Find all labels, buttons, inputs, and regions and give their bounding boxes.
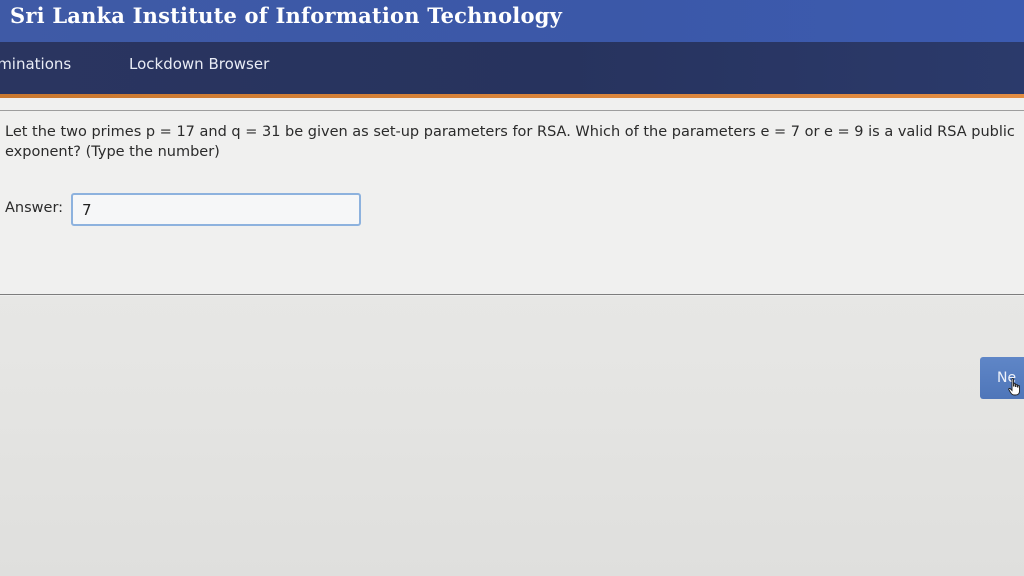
nav-item-lockdown-browser[interactable]: Lockdown Browser	[129, 55, 269, 73]
top-navigation: aminations Lockdown Browser	[0, 42, 1024, 94]
divider-bottom	[0, 294, 1024, 295]
institution-title: Sri Lanka Institute of Information Techn…	[10, 3, 562, 28]
brand-header: Sri Lanka Institute of Information Techn…	[0, 0, 1024, 42]
exam-page: Sri Lanka Institute of Information Techn…	[0, 0, 1024, 576]
question-text: Let the two primes p = 17 and q = 31 be …	[5, 124, 1015, 160]
divider-top	[0, 110, 1024, 111]
nav-item-examinations[interactable]: aminations	[0, 55, 71, 73]
question-panel: Let the two primes p = 17 and q = 31 be …	[0, 98, 1024, 296]
answer-label: Answer:	[5, 200, 64, 216]
hand-pointer-icon	[1008, 378, 1020, 396]
answer-input[interactable]	[71, 193, 361, 226]
